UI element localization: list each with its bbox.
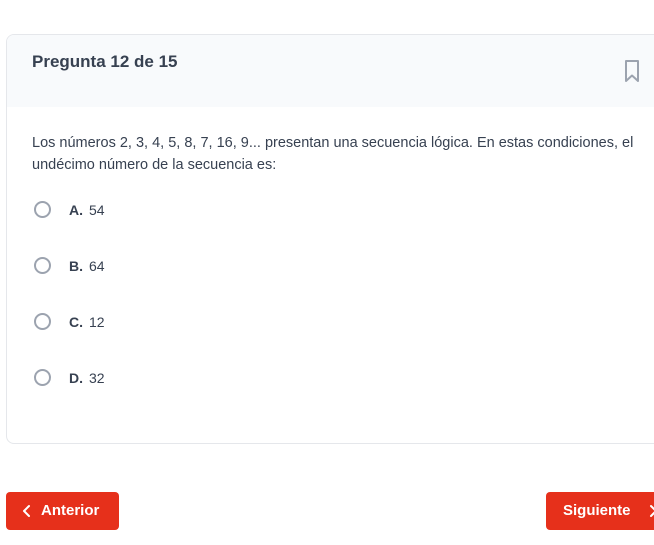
option-letter: D. <box>69 370 83 386</box>
question-card: Pregunta 12 de 15 Los números 2, 3, 4, 5… <box>6 34 654 444</box>
answer-option-b[interactable]: B. 64 <box>32 254 432 310</box>
option-letter: B. <box>69 258 83 274</box>
radio-button[interactable] <box>34 201 51 218</box>
option-letter: C. <box>69 314 83 330</box>
bookmark-icon[interactable] <box>621 59 643 83</box>
option-text: 64 <box>89 258 105 274</box>
radio-button[interactable] <box>34 257 51 274</box>
radio-button[interactable] <box>34 313 51 330</box>
next-button-label: Siguiente <box>563 502 631 519</box>
radio-button[interactable] <box>34 369 51 386</box>
question-text: Los números 2, 3, 4, 5, 8, 7, 16, 9... p… <box>32 135 634 173</box>
question-counter-title: Pregunta 12 de 15 <box>32 52 178 71</box>
previous-button[interactable]: Anterior <box>6 492 119 530</box>
answer-options: A. 54 B. 64 C. 12 D. 32 <box>32 198 432 422</box>
chevron-right-icon <box>646 503 654 519</box>
answer-option-a[interactable]: A. 54 <box>32 198 432 254</box>
previous-button-label: Anterior <box>41 502 100 519</box>
option-letter: A. <box>69 202 83 218</box>
chevron-left-icon <box>20 503 34 519</box>
quiz-page: Pregunta 12 de 15 Los números 2, 3, 4, 5… <box>0 0 654 545</box>
answer-option-c[interactable]: C. 12 <box>32 310 432 366</box>
next-button[interactable]: Siguiente <box>546 492 654 530</box>
option-text: 12 <box>89 314 105 330</box>
question-card-header: Pregunta 12 de 15 <box>7 35 654 107</box>
option-text: 54 <box>89 202 105 218</box>
answer-option-d[interactable]: D. 32 <box>32 366 432 422</box>
option-text: 32 <box>89 370 105 386</box>
